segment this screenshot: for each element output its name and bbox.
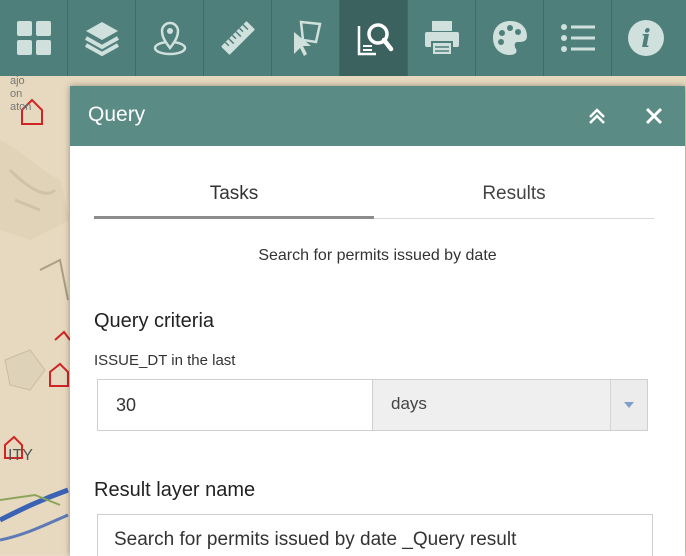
dropdown-arrow[interactable] (610, 380, 647, 430)
info-icon: i (628, 20, 664, 56)
panel-title: Query (88, 103, 146, 126)
query-criteria-heading: Query criteria (94, 310, 215, 332)
widget-toolbar: i (0, 0, 686, 76)
query-icon (357, 23, 393, 56)
grid-button[interactable] (0, 0, 68, 76)
svg-text:i: i (641, 24, 651, 53)
location-pin-icon (153, 21, 186, 56)
layers-button[interactable] (68, 0, 136, 76)
close-icon[interactable] (641, 103, 667, 129)
legend-button[interactable] (544, 0, 612, 76)
result-layer-heading: Result layer name (94, 479, 256, 501)
about-button[interactable]: i (612, 0, 680, 76)
tab-results[interactable]: Results (374, 178, 654, 218)
chevron-down-icon (624, 402, 634, 408)
panel-header: Query (70, 86, 685, 146)
query-panel: Query Tasks Results Search for permits i… (70, 86, 685, 556)
style-button[interactable] (476, 0, 544, 76)
map-label: ajo (10, 75, 25, 87)
print-icon (424, 21, 459, 56)
criteria-field-label: ISSUE_DT in the last (94, 352, 236, 369)
task-description: Search for permits issued by date (258, 247, 497, 264)
tab-tasks[interactable]: Tasks (94, 178, 374, 219)
grid-icon (16, 21, 51, 55)
location-button[interactable] (136, 0, 204, 76)
list-icon (560, 24, 595, 52)
map-label: aton (10, 101, 31, 113)
days-number-input[interactable] (97, 379, 373, 431)
panel-tabs: Tasks Results (94, 178, 654, 219)
result-layer-name-input[interactable] (97, 514, 653, 556)
layers-icon (84, 22, 119, 57)
time-unit-select[interactable]: days (372, 379, 648, 431)
collapse-icon[interactable] (583, 102, 611, 130)
palette-icon (492, 21, 527, 55)
measure-button[interactable] (204, 0, 272, 76)
map-label: ITY (8, 447, 33, 464)
map-label: on (10, 88, 22, 100)
select-button[interactable] (272, 0, 340, 76)
query-button[interactable] (340, 0, 408, 76)
print-button[interactable] (408, 0, 476, 76)
time-unit-value: days (391, 394, 427, 413)
ruler-icon (220, 21, 255, 55)
select-icon (293, 20, 322, 56)
